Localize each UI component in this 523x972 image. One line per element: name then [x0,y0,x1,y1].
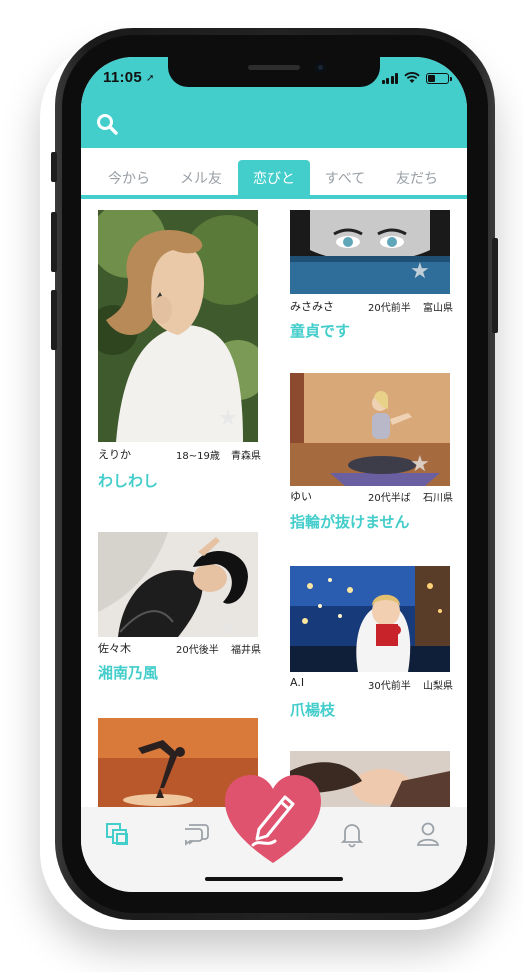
profile-icon[interactable] [413,819,443,849]
volume-down-button [51,290,57,350]
profile-age: 20代前半 [368,303,411,314]
bell-icon[interactable] [337,819,367,849]
profile-age: 20代半ば [368,493,411,504]
battery-icon [426,73,452,84]
profile-region: 山梨県 [423,681,453,692]
tab-subete[interactable]: すべて [311,162,379,196]
profile-card-misamisa[interactable]: ★ みさみさ 20代前半 富山県 童貞です [290,210,453,340]
mute-switch [51,152,57,182]
tab-tomodachi[interactable]: 友だち [383,162,451,196]
app-header: 11:05 ➚ [81,57,467,148]
profile-region: 石川県 [423,493,453,504]
power-button [492,238,498,333]
tab-koibito[interactable]: 恋びと [238,160,310,198]
cards-icon[interactable] [103,819,133,849]
profile-age: 18~19歳 [176,451,220,462]
volume-up-button [51,212,57,272]
tab-underline [81,195,467,199]
profile-age: 30代前半 [368,681,411,692]
profile-region: 福井県 [231,645,261,656]
profile-photo [290,566,450,672]
profile-age: 20代後半 [176,645,219,656]
status-time: 11:05 [103,69,143,86]
profile-card-ai[interactable]: A.I 30代前半 山梨県 爪楊枝 [290,566,453,719]
profile-message: わしわし [98,472,159,490]
notch [168,57,380,87]
tab-merutomo[interactable]: メル友 [167,162,235,196]
location-icon: ➚ [146,73,155,84]
front-camera [315,62,326,73]
signal-icon [381,73,398,84]
wifi-icon [404,72,420,83]
profile-message: 湘南乃風 [98,664,159,682]
search-icon[interactable] [95,112,119,136]
favorite-star-icon[interactable]: ★ [410,452,430,477]
profile-region: 富山県 [423,303,453,314]
home-indicator[interactable] [205,877,343,881]
profile-name: ゆい [290,490,312,503]
profile-card-sasaki[interactable]: ★ 佐々木 20代後半 福井県 湘南乃風 [98,532,261,682]
tab-imakara[interactable]: 今から [95,162,163,196]
speaker-grille [248,65,300,70]
chat-icon[interactable] [181,819,211,849]
status-indicators [381,72,452,84]
heart-pen-icon[interactable] [223,773,323,865]
favorite-star-icon[interactable]: ★ [218,616,238,641]
category-tabs: 今から メル友 恋びと すべて 友だち [81,148,467,198]
profile-card-erika[interactable]: ★ えりか 18~19歳 青森県 わしわし [98,210,261,490]
app-screen: 11:05 ➚ 今から メル友 恋びと すべて 友だち ★ えりか 18~19歳… [81,57,467,892]
profile-name: 佐々木 [98,642,131,655]
favorite-star-icon[interactable]: ★ [410,259,430,284]
profile-card-yui[interactable]: ★ ゆい 20代半ば 石川県 指輪が抜けません [290,373,453,533]
profile-region: 青森県 [231,451,261,462]
profile-message: 指輪が抜けません [290,513,410,531]
profile-message: 童貞です [290,322,351,340]
profile-name: A.I [290,676,305,689]
profile-name: えりか [98,448,131,461]
profile-name: みさみさ [290,300,334,313]
favorite-star-icon[interactable]: ★ [218,406,238,431]
profile-message: 爪楊枝 [290,701,336,719]
